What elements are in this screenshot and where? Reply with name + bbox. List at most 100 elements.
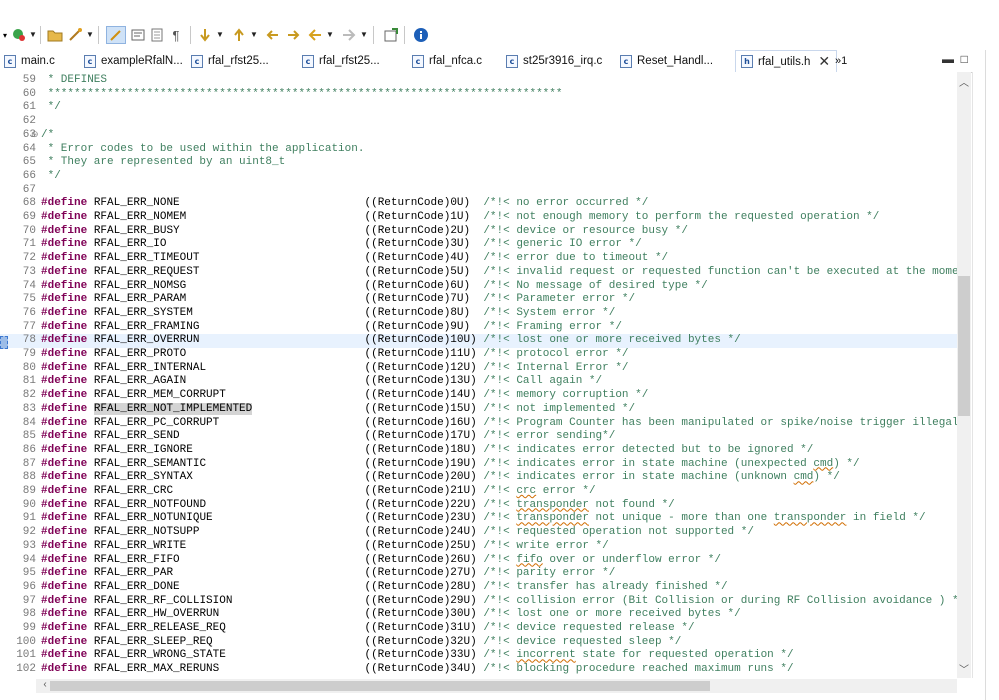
code-line[interactable]: 90 #define RFAL_ERR_NOTFOUND ((ReturnCode… xyxy=(0,499,957,513)
next-edit-icon[interactable] xyxy=(284,26,302,44)
fold-icon[interactable]: ⊖ xyxy=(31,129,39,143)
next-annotation-icon[interactable] xyxy=(196,26,214,44)
code-line[interactable]: 76 #define RFAL_ERR_SYSTEM ((ReturnCode)8… xyxy=(0,307,957,321)
code-line[interactable]: 85 #define RFAL_ERR_SEND ((ReturnCode)17U… xyxy=(0,430,957,444)
tab-st25r3916-irq-c[interactable]: c st25r3916_irq.c xyxy=(506,51,602,71)
code-text: #define RFAL_ERR_IGNORE ((ReturnCode)18U… xyxy=(41,444,813,458)
maximize-icon[interactable]: □ xyxy=(961,52,968,66)
chevron-down-icon[interactable]: ﹀ xyxy=(957,661,971,676)
code-line[interactable]: 65 * They are represented by an uint8_t xyxy=(0,156,957,170)
chevron-down-icon[interactable]: ▼ xyxy=(86,30,94,39)
code-line[interactable]: 101 #define RFAL_ERR_WRONG_STATE ((Return… xyxy=(0,649,957,663)
chevron-down-icon[interactable]: ▼ xyxy=(216,30,224,39)
info-icon[interactable] xyxy=(412,26,430,44)
keyword-define: #define xyxy=(41,389,88,402)
code-line[interactable]: 79 #define RFAL_ERR_PROTO ((ReturnCode)11… xyxy=(0,348,957,362)
comment-text: /*!< device requested sleep */ xyxy=(483,635,682,648)
code-line[interactable]: 98 #define RFAL_ERR_HW_OVERRUN ((ReturnCo… xyxy=(0,608,957,622)
keyword-define: #define xyxy=(41,649,88,662)
code-text: #define RFAL_ERR_NONE ((ReturnCode)0U) /… xyxy=(41,197,648,211)
open-folder-icon[interactable] xyxy=(46,26,64,44)
horizontal-scrollbar[interactable]: ‹ xyxy=(36,679,957,693)
code-line[interactable]: 62 xyxy=(0,115,957,129)
code-line[interactable]: 96 #define RFAL_ERR_DONE ((ReturnCode)28U… xyxy=(0,581,957,595)
code-line[interactable]: 97 #define RFAL_ERR_RF_COLLISION ((Return… xyxy=(0,595,957,609)
code-line[interactable]: 68 #define RFAL_ERR_NONE ((ReturnCode)0U)… xyxy=(0,197,957,211)
pin-editor-icon[interactable] xyxy=(382,26,400,44)
debug-run-icon[interactable] xyxy=(10,26,28,44)
macro-value: ((ReturnCode)19U) xyxy=(364,457,477,470)
keyword-define: #define xyxy=(41,375,88,388)
document-icon[interactable] xyxy=(149,26,165,44)
prev-annotation-icon[interactable] xyxy=(230,26,248,44)
tab-main-c[interactable]: c main.c xyxy=(4,51,55,71)
code-line[interactable]: 80 #define RFAL_ERR_INTERNAL ((ReturnCode… xyxy=(0,362,957,376)
code-line[interactable]: 71 #define RFAL_ERR_IO ((ReturnCode)3U) /… xyxy=(0,238,957,252)
code-line[interactable]: 78 #define RFAL_ERR_OVERRUN ((ReturnCode)… xyxy=(0,334,957,348)
code-line[interactable]: 84 #define RFAL_ERR_PC_CORRUPT ((ReturnCo… xyxy=(0,417,957,431)
window-controls: ▬ □ xyxy=(942,52,968,66)
chevron-down-icon[interactable]: ▼ xyxy=(250,30,258,39)
vertical-scrollbar[interactable]: ︿ ﹀ xyxy=(957,72,971,678)
code-line[interactable]: 73 #define RFAL_ERR_REQUEST ((ReturnCode)… xyxy=(0,266,957,280)
code-line[interactable]: 61 */ xyxy=(0,101,957,115)
tab-rfal-rfst25-2[interactable]: c rfal_rfst25... xyxy=(302,51,380,71)
code-line[interactable]: 92 #define RFAL_ERR_NOTSUPP ((ReturnCode)… xyxy=(0,526,957,540)
code-line[interactable]: 95 #define RFAL_ERR_PAR ((ReturnCode)27U)… xyxy=(0,567,957,581)
code-line[interactable]: 88 #define RFAL_ERR_SYNTAX ((ReturnCode)2… xyxy=(0,471,957,485)
macro-value: ((ReturnCode)11U) xyxy=(364,348,477,360)
last-edit-icon[interactable] xyxy=(264,26,282,44)
code-line[interactable]: 66 */ xyxy=(0,170,957,184)
tab-label: exampleRfalN... xyxy=(101,55,183,67)
code-line[interactable]: 69 #define RFAL_ERR_NOMEM ((ReturnCode)1U… xyxy=(0,211,957,225)
code-line[interactable]: 91 #define RFAL_ERR_NOTUNIQUE ((ReturnCod… xyxy=(0,512,957,526)
code-text: #define RFAL_ERR_CRC ((ReturnCode)21U) /… xyxy=(41,485,596,499)
code-line[interactable]: 67 xyxy=(0,184,957,198)
code-line[interactable]: 102 #define RFAL_ERR_MAX_RERUNS ((ReturnC… xyxy=(0,663,957,677)
minimize-icon[interactable]: ▬ xyxy=(942,52,954,66)
code-line[interactable]: 86 #define RFAL_ERR_IGNORE ((ReturnCode)1… xyxy=(0,444,957,458)
code-line[interactable]: 77 #define RFAL_ERR_FRAMING ((ReturnCode)… xyxy=(0,321,957,335)
code-line[interactable]: 63 ⊖/* xyxy=(0,129,957,143)
chevron-down-icon[interactable]: ▼ xyxy=(29,30,37,39)
mark-occurrences-icon[interactable] xyxy=(106,26,126,44)
tab-rfal-utils-h[interactable]: h rfal_utils.h ✕ xyxy=(735,50,838,72)
chevron-down-icon[interactable]: ▼ xyxy=(360,30,368,39)
tab-rfal-rfst25-1[interactable]: c rfal_rfst25... xyxy=(191,51,269,71)
tab-rfal-nfca-c[interactable]: c rfal_nfca.c xyxy=(412,51,482,71)
tab-overflow[interactable]: »1 xyxy=(835,51,847,71)
code-line[interactable]: 64 * Error codes to be used within the a… xyxy=(0,143,957,157)
code-line[interactable]: 60 *************************************… xyxy=(0,88,957,102)
block-select-icon[interactable] xyxy=(129,26,147,44)
code-line[interactable]: 83 #define RFAL_ERR_NOT_IMPLEMENTED ((Ret… xyxy=(0,402,957,417)
code-line[interactable]: 70 #define RFAL_ERR_BUSY ((ReturnCode)2U)… xyxy=(0,225,957,239)
chevron-up-icon[interactable]: ︿ xyxy=(957,74,971,89)
tab-reset-handler[interactable]: c Reset_Handl... xyxy=(620,51,713,71)
forward-arrow-icon[interactable] xyxy=(340,26,358,44)
drop-arrow-icon[interactable]: ▾ xyxy=(0,26,10,44)
code-line[interactable]: 93 #define RFAL_ERR_WRITE ((ReturnCode)25… xyxy=(0,540,957,554)
vertical-scroll-thumb[interactable] xyxy=(958,276,970,416)
code-line[interactable]: 99 #define RFAL_ERR_RELEASE_REQ ((ReturnC… xyxy=(0,622,957,636)
overview-ruler[interactable] xyxy=(972,72,985,678)
code-line[interactable]: 72 #define RFAL_ERR_TIMEOUT ((ReturnCode)… xyxy=(0,252,957,266)
code-editor[interactable]: 59 * DEFINES 60 *************************… xyxy=(0,72,957,678)
pilcrow-icon[interactable]: ¶ xyxy=(168,26,184,44)
macro-value: ((ReturnCode)34U) xyxy=(364,663,477,676)
code-line[interactable]: 82 #define RFAL_ERR_MEM_CORRUPT ((ReturnC… xyxy=(0,389,957,403)
chevron-down-icon[interactable]: ▼ xyxy=(326,30,334,39)
code-line[interactable]: 94 #define RFAL_ERR_FIFO ((ReturnCode)26U… xyxy=(0,554,957,568)
close-icon[interactable]: ✕ xyxy=(818,53,830,70)
code-line[interactable]: 59 * DEFINES xyxy=(0,74,957,88)
code-line[interactable]: 81 #define RFAL_ERR_AGAIN ((ReturnCode)13… xyxy=(0,375,957,389)
code-line[interactable]: 89 #define RFAL_ERR_CRC ((ReturnCode)21U)… xyxy=(0,485,957,499)
code-line[interactable]: 100 #define RFAL_ERR_SLEEP_REQ ((ReturnCo… xyxy=(0,636,957,650)
horizontal-scroll-thumb[interactable] xyxy=(50,681,710,691)
tab-examplerfaln[interactable]: c exampleRfalN... xyxy=(84,51,183,71)
wand-icon[interactable] xyxy=(66,26,84,44)
code-line[interactable]: 74 #define RFAL_ERR_NOMSG ((ReturnCode)6U… xyxy=(0,280,957,294)
code-line[interactable]: 75 #define RFAL_ERR_PARAM ((ReturnCode)7U… xyxy=(0,293,957,307)
back-arrow-icon[interactable] xyxy=(306,26,324,44)
code-line[interactable]: 87 #define RFAL_ERR_SEMANTIC ((ReturnCode… xyxy=(0,458,957,472)
macro-name: RFAL_ERR_FRAMING xyxy=(93,320,200,333)
